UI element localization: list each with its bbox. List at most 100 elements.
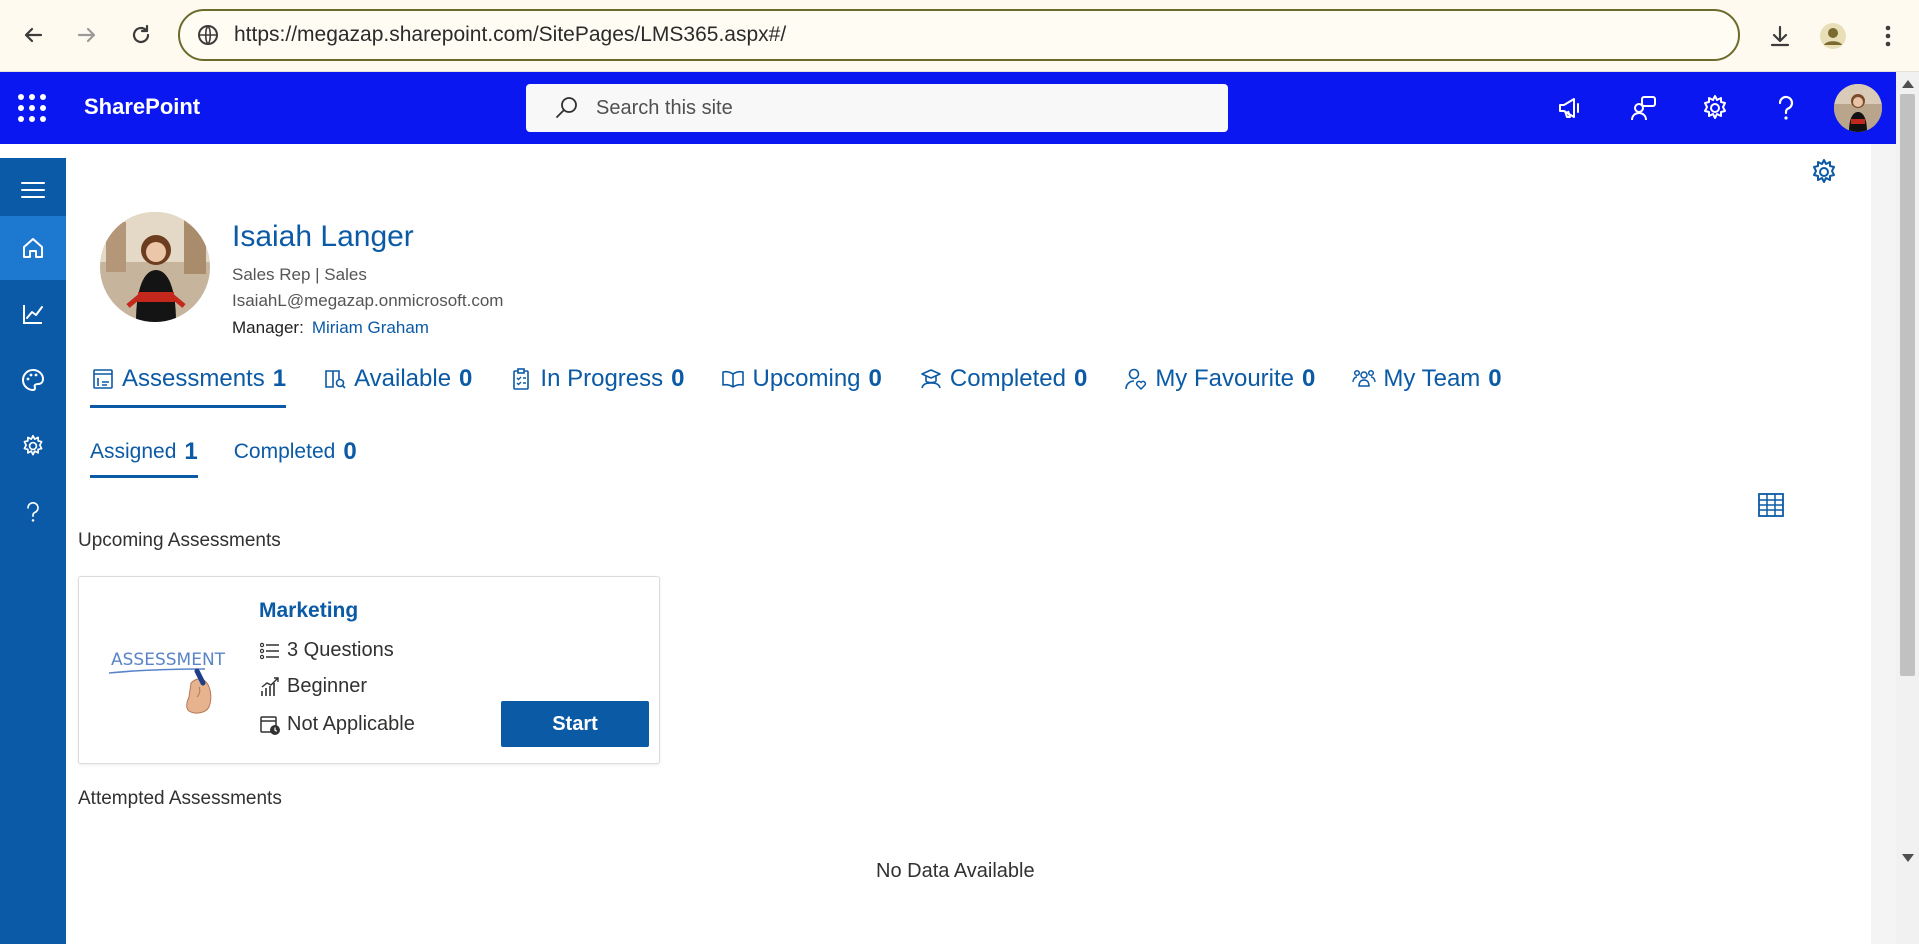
download-button[interactable] <box>1762 18 1798 54</box>
app-launcher-icon[interactable] <box>18 94 46 122</box>
tab-count: 1 <box>272 365 287 392</box>
address-bar[interactable]: https://megazap.sharepoint.com/SitePages… <box>178 9 1740 61</box>
table-grid-icon <box>1758 493 1784 517</box>
level-row: Beginner <box>259 675 367 698</box>
hamburger-icon <box>21 182 45 198</box>
level-text: Beginner <box>287 675 368 697</box>
list-icon <box>259 640 281 662</box>
tab-my-team[interactable]: My Team 0 <box>1351 356 1502 402</box>
tab-label: Upcoming <box>752 365 861 392</box>
palette-icon <box>22 368 45 392</box>
scrollbar-thumb[interactable] <box>1900 94 1915 676</box>
profile-button[interactable] <box>1815 18 1851 54</box>
tab-count: 0 <box>868 365 882 392</box>
subtab-assigned[interactable]: Assigned 1 <box>90 430 198 478</box>
tab-count: 0 <box>1302 365 1316 392</box>
person-heart-icon <box>1123 366 1149 392</box>
tab-label: Available <box>354 365 452 392</box>
brand-title[interactable]: SharePoint <box>84 94 200 120</box>
tab-completed[interactable]: Completed 0 <box>918 356 1087 402</box>
tab-label: Completed <box>949 365 1066 392</box>
profile-email: IsaiahL@megazap.onmicrosoft.com <box>232 291 504 310</box>
profile-photo <box>100 212 210 322</box>
manager-label: Manager: <box>232 318 304 337</box>
table-view-toggle[interactable] <box>1756 490 1786 520</box>
suite-header: SharePoint Search this site <box>0 72 1896 144</box>
forward-button[interactable] <box>70 18 104 52</box>
feedback-button[interactable] <box>1626 90 1662 126</box>
announcements-button[interactable] <box>1552 90 1588 126</box>
tab-count: 0 <box>671 365 685 392</box>
help-button[interactable] <box>1768 90 1804 126</box>
subtab-label: Completed <box>233 440 336 463</box>
due-text: Not Applicable <box>287 713 415 735</box>
calendar-clock-icon <box>259 714 281 736</box>
main-content: Isaiah Langer Sales Rep | Sales IsaiahL@… <box>66 144 1871 944</box>
manager-link[interactable]: Miriam Graham <box>312 318 429 338</box>
open-book-icon <box>720 366 746 392</box>
sub-tabs: Assigned 1 Completed 0 <box>90 430 393 478</box>
tab-count: 0 <box>1488 365 1502 392</box>
profile-name: Isaiah Langer <box>232 220 414 253</box>
feedback-icon <box>1631 96 1656 121</box>
start-button[interactable]: Start <box>501 701 649 747</box>
tab-available[interactable]: Available 0 <box>322 356 472 402</box>
profile-job-title: Sales Rep | Sales <box>232 265 367 284</box>
due-row: Not Applicable <box>259 713 415 736</box>
page-gutter <box>1871 144 1896 944</box>
main-tabs: Assessments 1 Available 0 In Progress 0 … <box>90 356 1538 408</box>
user-avatar[interactable] <box>1834 84 1882 132</box>
chart-line-icon <box>23 305 43 324</box>
vertical-scrollbar[interactable] <box>1896 72 1919 944</box>
nav-item-help[interactable] <box>0 480 66 544</box>
browser-toolbar: https://megazap.sharepoint.com/SitePages… <box>0 0 1919 72</box>
questions-row: 3 Questions <box>259 639 394 662</box>
nav-item-settings[interactable] <box>0 414 66 478</box>
clipboard-icon <box>508 366 534 392</box>
question-icon <box>1778 95 1794 120</box>
browser-menu-button[interactable] <box>1870 18 1906 54</box>
assessment-title[interactable]: Marketing <box>259 599 358 623</box>
thumbnail-lettering: ASSESSMENT <box>111 650 226 670</box>
tab-upcoming[interactable]: Upcoming 0 <box>720 356 882 402</box>
megaphone-icon <box>1559 98 1579 118</box>
download-icon <box>1770 25 1790 47</box>
assessment-card[interactable]: ASSESSMENT Marketing 3 Questions Beginne… <box>78 576 660 764</box>
nav-item-themes[interactable] <box>0 348 66 412</box>
tab-label: My Favourite <box>1155 365 1295 392</box>
no-data-message: No Data Available <box>876 860 1035 882</box>
tab-my-favourite[interactable]: My Favourite 0 <box>1123 356 1315 402</box>
scroll-up-icon[interactable] <box>1902 80 1914 88</box>
kebab-menu-icon <box>1885 25 1891 47</box>
nav-item-home[interactable] <box>0 216 66 280</box>
tab-in-progress[interactable]: In Progress 0 <box>508 356 684 402</box>
subtab-label: Assigned <box>90 440 177 463</box>
nav-item-reports[interactable] <box>0 282 66 346</box>
nav-menu-toggle[interactable] <box>0 158 66 222</box>
tab-count: 0 <box>1073 365 1088 392</box>
tab-assessments[interactable]: Assessments 1 <box>90 356 287 408</box>
url-text: https://megazap.sharepoint.com/SitePages… <box>234 23 787 46</box>
back-button[interactable] <box>16 18 50 52</box>
scroll-down-icon[interactable] <box>1902 854 1914 862</box>
team-icon <box>1351 366 1377 392</box>
graduate-icon <box>918 366 944 392</box>
tab-label: My Team <box>1383 365 1481 392</box>
reload-button[interactable] <box>124 18 158 52</box>
search-box[interactable]: Search this site <box>526 84 1228 132</box>
home-icon <box>23 238 43 258</box>
subtab-count: 1 <box>184 438 198 465</box>
attempted-assessments-heading: Attempted Assessments <box>78 788 282 809</box>
questions-text: 3 Questions <box>287 639 394 661</box>
settings-button[interactable] <box>1697 90 1733 126</box>
subtab-completed[interactable]: Completed 0 <box>234 430 357 474</box>
gear-icon <box>1813 159 1835 183</box>
search-input[interactable]: Search this site <box>596 97 733 120</box>
question-icon <box>27 501 39 522</box>
tab-label: Assessments <box>122 365 265 392</box>
page-settings-button[interactable] <box>1806 154 1842 190</box>
book-search-icon <box>322 366 348 392</box>
site-info-icon[interactable] <box>194 21 222 49</box>
back-arrow-icon <box>24 27 43 43</box>
level-chart-icon <box>259 676 281 698</box>
